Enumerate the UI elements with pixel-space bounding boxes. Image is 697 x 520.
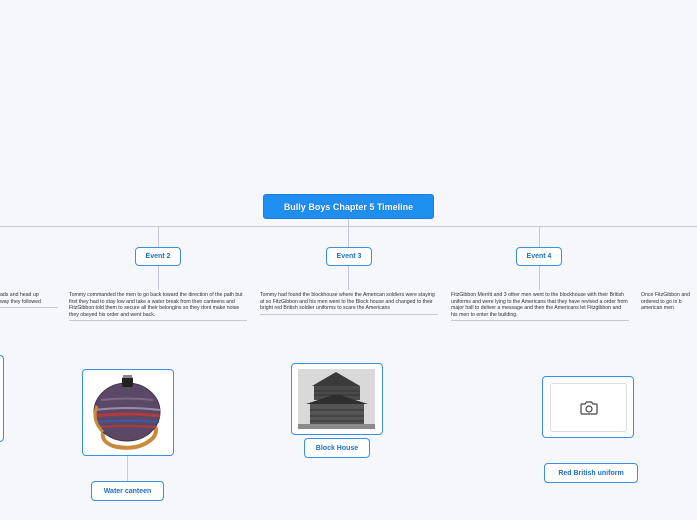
event-4-node[interactable]: Event 4	[516, 247, 562, 266]
canteen-image	[93, 375, 161, 450]
left-partial-image-box[interactable]	[0, 355, 4, 442]
event-2-label: Event 2	[145, 253, 171, 260]
event-4-label: Event 4	[526, 253, 552, 260]
event2-connector	[158, 226, 159, 247]
canteen-label-connector	[127, 455, 128, 481]
event3-desc-connector	[348, 266, 349, 290]
uniform-image-box[interactable]	[542, 376, 634, 438]
canteen-image-box[interactable]	[82, 369, 174, 456]
blockhouse-image	[298, 369, 375, 429]
water-canteen-label[interactable]: Water canteen	[91, 481, 164, 501]
root-connector	[348, 219, 349, 226]
event-3-label: Event 3	[336, 253, 362, 260]
image-placeholder	[550, 383, 627, 432]
event-2-node[interactable]: Event 2	[135, 247, 181, 266]
red-british-uniform-label[interactable]: Red British uniform	[544, 463, 638, 483]
event3-connector	[348, 226, 349, 247]
event4-connector	[539, 226, 540, 247]
blockhouse-image-box[interactable]	[291, 363, 383, 435]
event-4-description[interactable]: FitzGibbon Merritt and 3 other men went …	[451, 292, 629, 322]
camera-icon	[579, 400, 598, 415]
block-house-label[interactable]: Block House	[304, 438, 370, 458]
left-partial-description[interactable]: ads and head up way they followed	[0, 292, 58, 309]
event-2-description[interactable]: Tommy commanded the men to go back towar…	[69, 292, 247, 322]
event-3-node[interactable]: Event 3	[326, 247, 372, 266]
root-title: Bully Boys Chapter 5 Timeline	[283, 201, 414, 212]
right-partial-description[interactable]: Once FitzGibbon and ordered to go in b a…	[641, 292, 697, 314]
event4-desc-connector	[539, 266, 540, 290]
root-topic[interactable]: Bully Boys Chapter 5 Timeline	[263, 194, 434, 219]
event-3-description[interactable]: Tommy had found the blockhouse where the…	[260, 292, 438, 315]
event2-desc-connector	[158, 266, 159, 290]
